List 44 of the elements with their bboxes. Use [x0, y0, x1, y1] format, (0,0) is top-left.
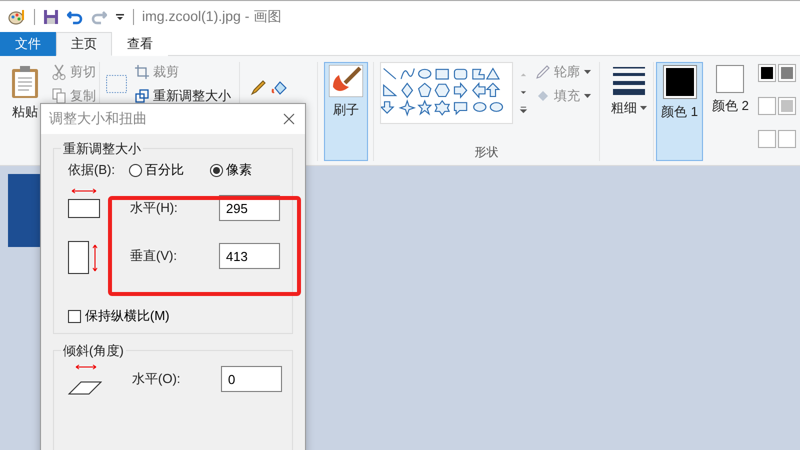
pencil-icon[interactable] — [250, 80, 266, 96]
field-label: 垂直(V): — [130, 247, 177, 265]
keep-ratio-checkbox[interactable]: 保持纵横比(M) — [68, 307, 282, 325]
brushes-button[interactable]: 刷子 — [324, 62, 368, 161]
height-arrow-icon — [68, 241, 100, 277]
field-label: 水平(O): — [132, 370, 180, 388]
field-label: 水平(H): — [130, 199, 178, 217]
height-field[interactable]: 413 — [219, 243, 280, 269]
palette-swatch[interactable] — [758, 64, 776, 82]
color-button[interactable]: 颜色 2 — [706, 62, 754, 161]
caret-icon — [640, 106, 648, 110]
file-menu-tab[interactable]: 文件 — [0, 32, 56, 56]
window-title: img.zcool(1).jpg - 画图 — [142, 8, 282, 26]
crop-icon — [135, 65, 149, 79]
size-button[interactable]: 粗细 — [606, 62, 652, 161]
color-button[interactable]: 颜色 1 — [656, 62, 703, 161]
skew-field[interactable]: 0 — [221, 366, 282, 392]
dialog-title: 调整大小和扭曲 — [49, 110, 147, 128]
field-label: 依据(B): — [68, 161, 115, 179]
caret-icon — [584, 94, 592, 98]
palette-swatch[interactable] — [758, 97, 776, 115]
palette-swatch[interactable] — [758, 130, 776, 148]
palette-swatch[interactable] — [778, 130, 796, 148]
close-button[interactable] — [281, 111, 297, 127]
caret-icon — [584, 70, 592, 74]
palette-icon — [8, 8, 26, 24]
group-label: 形状 — [474, 144, 499, 161]
clipboard-icon — [11, 65, 39, 99]
save-icon[interactable] — [43, 8, 59, 24]
width-arrow-icon — [68, 187, 100, 219]
brush-icon — [329, 65, 364, 97]
pencil-icon — [536, 65, 550, 79]
palette-swatch[interactable] — [778, 97, 796, 115]
skew-arrow-icon — [68, 363, 102, 395]
radio-option[interactable]: 百分比 — [128, 161, 184, 179]
ribbon-tab[interactable]: 主页 — [56, 32, 112, 56]
scissors-icon — [52, 64, 66, 80]
undo-icon[interactable] — [67, 8, 83, 24]
group-legend: 倾斜(角度) — [61, 342, 126, 360]
palette-swatch[interactable] — [778, 64, 796, 82]
radio-option[interactable]: 像素 — [210, 161, 252, 179]
dropdown-icon[interactable] — [115, 12, 125, 22]
line-thickness-icon — [613, 67, 646, 95]
group-legend: 重新调整大小 — [61, 140, 143, 158]
